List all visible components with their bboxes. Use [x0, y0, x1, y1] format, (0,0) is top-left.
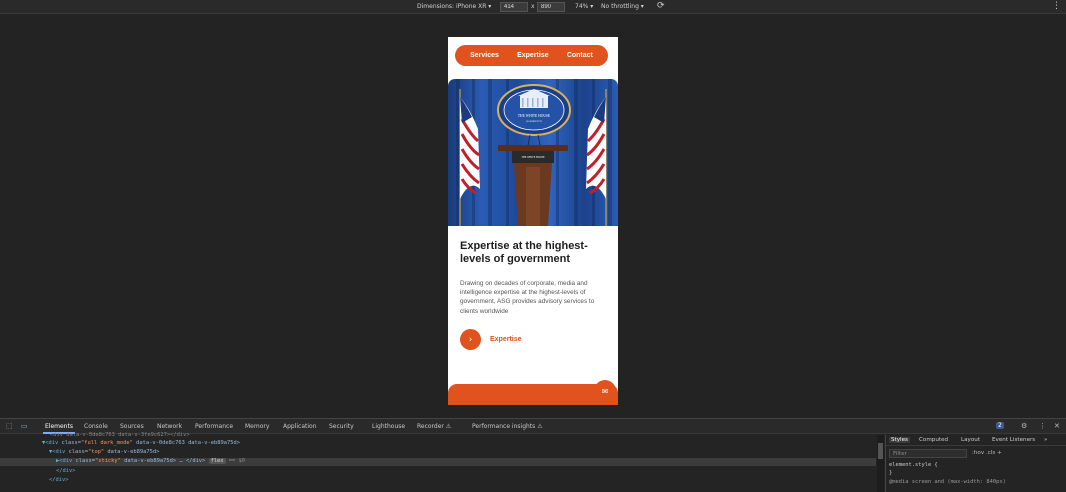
tab-elements[interactable]: Elements — [43, 423, 75, 434]
seal-subtext: WASHINGTON — [526, 120, 542, 123]
device-width-input[interactable] — [500, 2, 528, 12]
tab-performance-insights[interactable]: Performance insights ⚠ — [472, 423, 543, 430]
close-icon[interactable]: ✕ — [1054, 422, 1060, 430]
chevron-right-icon[interactable]: › — [460, 329, 481, 350]
elements-scrollbar[interactable] — [877, 435, 884, 492]
styles-toolbar-options[interactable]: :hov .cls + — [972, 450, 1002, 456]
footer-bar — [448, 384, 618, 405]
nav-link-contact[interactable]: Contact — [567, 52, 593, 59]
tab-memory[interactable]: Memory — [245, 423, 269, 430]
style-rule-line[interactable]: element.style { — [889, 462, 938, 468]
zoom-dropdown[interactable]: 74% ▾ — [575, 3, 593, 10]
tab-console[interactable]: Console — [84, 423, 108, 430]
hero-image: THE WHITE HOUSE WASHINGTON THE WHITE HOU… — [448, 79, 618, 226]
tab-layout[interactable]: Layout — [961, 437, 980, 443]
style-rule-line: } — [889, 470, 893, 476]
more-options-icon[interactable]: ⋮ — [1039, 422, 1046, 430]
site-nav: Services Expertise Contact — [455, 45, 608, 66]
flex-badge[interactable]: flex — [208, 458, 226, 464]
cta-label[interactable]: Expertise — [490, 336, 522, 343]
tab-sources[interactable]: Sources — [120, 423, 144, 430]
device-toggle-icon[interactable]: ▭ — [21, 422, 28, 430]
expertise-cta[interactable]: › Expertise — [460, 329, 522, 350]
devtools-panel: ⬚ ▭ Elements Console Sources Network Per… — [0, 418, 1066, 492]
tab-event-listeners[interactable]: Event Listeners — [992, 437, 1035, 443]
section-headline: Expertise at the highest-levels of gover… — [460, 240, 588, 265]
rotate-icon[interactable]: ⟳ — [657, 1, 665, 11]
throttling-dropdown[interactable]: No throttling ▾ — [601, 3, 644, 10]
tab-styles[interactable]: Styles — [889, 437, 910, 443]
tab-performance[interactable]: Performance — [195, 423, 233, 430]
tab-recorder[interactable]: Recorder ⚠ — [417, 423, 451, 430]
inspect-element-icon[interactable]: ⬚ — [6, 422, 13, 430]
selected-dom-node[interactable]: ▶<div class="sticky" data-v-eb89a75d> … … — [0, 458, 876, 466]
podium-sign-text: THE WHITE HOUSE — [521, 156, 545, 159]
styles-filter-input[interactable]: Filter — [889, 449, 967, 458]
settings-icon[interactable]: ⚙ — [1021, 422, 1027, 430]
dom-node-line[interactable]: ▼<div class="full dark_mode" data-v-0de8… — [42, 440, 240, 446]
tab-application[interactable]: Application — [283, 423, 317, 430]
style-media-line: @media screen and (max-width: 840px) — [889, 479, 1006, 485]
tab-computed[interactable]: Computed — [919, 437, 948, 443]
chat-icon[interactable]: ✉ — [594, 380, 616, 402]
issues-badge[interactable]: 2 — [996, 422, 1004, 429]
more-tabs-icon[interactable]: » — [1044, 437, 1047, 443]
seal-text: THE WHITE HOUSE — [518, 114, 551, 118]
dom-node-close[interactable]: </div> — [56, 468, 75, 474]
section-body: Drawing on decades of corporate, media a… — [460, 280, 595, 315]
device-toolbar: Dimensions: iPhone XR ▾ x 74% ▾ No throt… — [0, 0, 1066, 14]
styles-tab-bar: Styles Computed Layout Event Listeners » — [886, 435, 1066, 446]
tab-lighthouse[interactable]: Lighthouse — [372, 423, 405, 430]
tab-security[interactable]: Security — [329, 423, 354, 430]
dom-node-close[interactable]: </div> — [49, 477, 68, 483]
nav-link-expertise[interactable]: Expertise — [517, 52, 549, 59]
tab-network[interactable]: Network — [157, 423, 182, 430]
dimension-separator: x — [531, 3, 535, 10]
device-height-input[interactable] — [537, 2, 565, 12]
device-dimensions-dropdown[interactable]: Dimensions: iPhone XR ▾ — [417, 3, 491, 10]
more-options-icon[interactable]: ⋮ — [1052, 1, 1061, 11]
device-viewport: Services Expertise Contact THE WHITE HOU… — [448, 37, 618, 405]
styles-pane: Styles Computed Layout Event Listeners »… — [885, 435, 1066, 492]
nav-link-services[interactable]: Services — [470, 52, 499, 59]
elements-tree: <div data-v-0de8c763 data-v-3fe9c627></d… — [0, 432, 876, 492]
dom-node-line[interactable]: <div data-v-0de8c763 data-v-3fe9c627></d… — [50, 432, 190, 438]
dom-node-line[interactable]: ▼<div class="top" data-v-eb89a75d> — [49, 449, 159, 455]
